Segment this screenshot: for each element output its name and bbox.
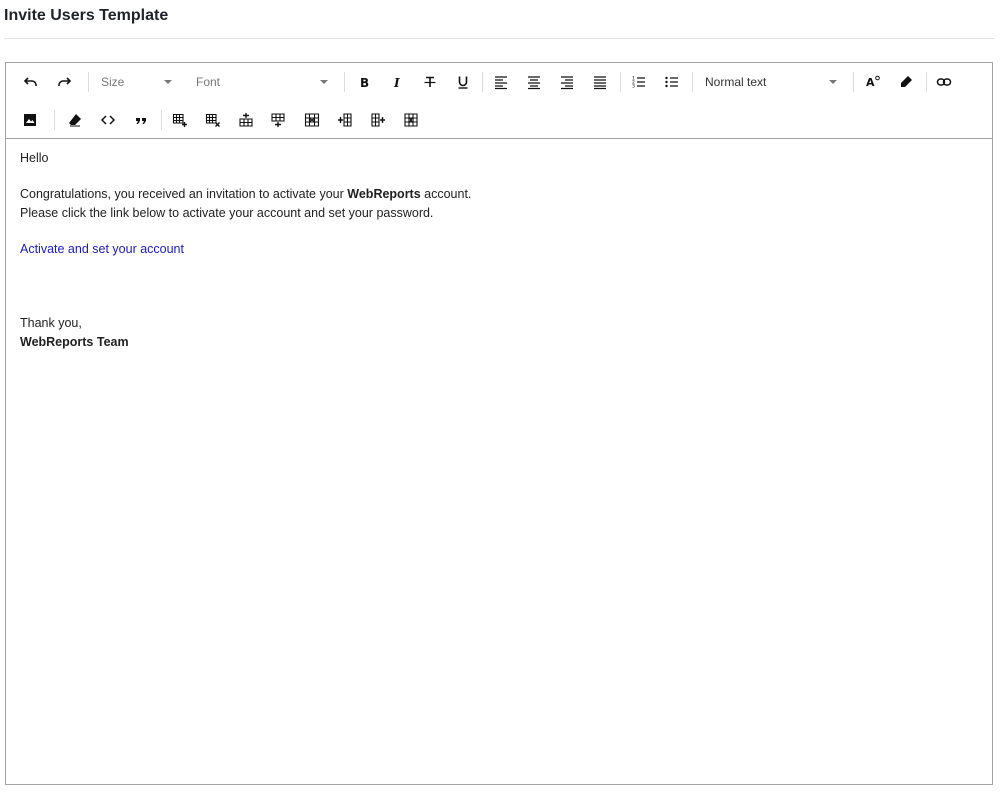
image-icon bbox=[24, 114, 36, 126]
delete-column-icon bbox=[404, 113, 418, 127]
underline-icon bbox=[458, 76, 468, 89]
title-divider bbox=[4, 38, 994, 39]
ordered-list-icon: 123 bbox=[632, 76, 645, 90]
strikethrough-icon bbox=[424, 76, 436, 87]
insert-column-left-icon bbox=[338, 113, 352, 127]
toolbar-separator bbox=[344, 72, 345, 92]
redo-button[interactable] bbox=[51, 69, 77, 95]
chevron-down-icon bbox=[320, 80, 328, 84]
instruction-line: Please click the link below to activate … bbox=[20, 206, 434, 220]
svg-text:3: 3 bbox=[632, 84, 635, 90]
block-format-select[interactable]: Normal text bbox=[705, 69, 841, 95]
align-right-button[interactable] bbox=[554, 69, 580, 95]
toolbar-row-1: Size Font B I 1 2 3 Normal text A bbox=[6, 63, 992, 101]
blockquote-button[interactable] bbox=[128, 107, 154, 133]
insert-row-below-button[interactable] bbox=[265, 107, 291, 133]
align-left-button[interactable] bbox=[488, 69, 514, 95]
highlight-button[interactable] bbox=[893, 69, 919, 95]
bold-icon: B bbox=[360, 76, 369, 90]
svg-text:B: B bbox=[360, 76, 369, 90]
align-justify-icon bbox=[594, 76, 606, 90]
svg-text:I: I bbox=[393, 76, 400, 90]
toolbar-separator bbox=[692, 72, 693, 92]
invitation-line-end: account. bbox=[420, 187, 472, 201]
table-delete-icon bbox=[205, 113, 220, 127]
signature-text: WebReports Team bbox=[20, 335, 129, 349]
font-select[interactable]: Font bbox=[196, 69, 332, 95]
toolbar-separator bbox=[853, 72, 854, 92]
block-format-label: Normal text bbox=[705, 75, 767, 89]
strikethrough-button[interactable] bbox=[417, 69, 443, 95]
eraser-icon bbox=[69, 114, 81, 127]
svg-text:A: A bbox=[866, 76, 875, 89]
bold-button[interactable]: B bbox=[351, 69, 377, 95]
insert-link-button[interactable] bbox=[931, 69, 957, 95]
clear-format-button[interactable] bbox=[62, 107, 88, 133]
editor-toolbar: Size Font B I 1 2 3 Normal text A bbox=[6, 63, 992, 139]
chevron-down-icon bbox=[164, 80, 172, 84]
invitation-line: Congratulations, you received an invitat… bbox=[20, 185, 978, 204]
font-color-icon: A bbox=[866, 75, 880, 89]
delete-column-button[interactable] bbox=[398, 107, 424, 133]
delete-row-icon bbox=[304, 113, 320, 127]
link-icon bbox=[936, 78, 952, 86]
delete-row-button[interactable] bbox=[299, 107, 325, 133]
toolbar-separator bbox=[482, 72, 483, 92]
code-icon bbox=[100, 115, 116, 125]
insert-row-above-button[interactable] bbox=[233, 107, 259, 133]
brand-name: WebReports bbox=[347, 187, 421, 201]
closing-text: Thank you, bbox=[20, 316, 82, 330]
delete-table-button[interactable] bbox=[200, 107, 226, 133]
insert-column-left-button[interactable] bbox=[332, 107, 358, 133]
quote-icon bbox=[136, 118, 146, 124]
redo-icon bbox=[58, 77, 72, 86]
insert-image-button[interactable] bbox=[17, 107, 43, 133]
ordered-list-button[interactable]: 123 bbox=[626, 69, 652, 95]
font-color-button[interactable]: A bbox=[860, 69, 886, 95]
size-select[interactable]: Size bbox=[101, 69, 176, 95]
align-center-icon bbox=[528, 76, 540, 90]
italic-button[interactable]: I bbox=[384, 69, 410, 95]
toolbar-row-2 bbox=[6, 101, 992, 139]
toolbar-separator bbox=[926, 72, 927, 92]
rich-text-editor: Size Font B I 1 2 3 Normal text A Hello … bbox=[5, 62, 993, 785]
align-left-icon bbox=[495, 76, 507, 90]
table-insert-icon bbox=[172, 113, 187, 127]
invitation-line-start: Congratulations, you received an invitat… bbox=[20, 187, 348, 201]
page-title: Invite Users Template bbox=[4, 7, 169, 24]
insert-column-right-button[interactable] bbox=[365, 107, 391, 133]
font-select-label: Font bbox=[196, 75, 221, 89]
undo-button[interactable] bbox=[18, 69, 44, 95]
insert-row-below-icon bbox=[271, 113, 285, 127]
toolbar-separator bbox=[54, 110, 55, 130]
bullet-list-icon bbox=[665, 76, 678, 88]
insert-row-above-icon bbox=[239, 113, 253, 127]
underline-button[interactable] bbox=[450, 69, 476, 95]
code-button[interactable] bbox=[95, 107, 121, 133]
greeting-text: Hello bbox=[20, 151, 49, 165]
italic-icon: I bbox=[393, 76, 400, 90]
toolbar-separator bbox=[620, 72, 621, 92]
chevron-down-icon bbox=[829, 80, 837, 84]
bullet-list-button[interactable] bbox=[659, 69, 685, 95]
insert-table-button[interactable] bbox=[167, 107, 193, 133]
editor-content[interactable]: Hello Congratulations, you received an i… bbox=[20, 149, 978, 352]
activate-account-link[interactable]: Activate and set your account bbox=[20, 242, 184, 256]
align-right-icon bbox=[561, 76, 573, 90]
insert-column-right-icon bbox=[371, 113, 385, 127]
toolbar-separator bbox=[88, 72, 89, 92]
toolbar-separator bbox=[161, 110, 162, 130]
align-center-button[interactable] bbox=[521, 69, 547, 95]
align-justify-button[interactable] bbox=[587, 69, 613, 95]
undo-icon bbox=[23, 77, 37, 86]
size-select-label: Size bbox=[101, 75, 125, 89]
highlight-icon bbox=[901, 76, 912, 87]
